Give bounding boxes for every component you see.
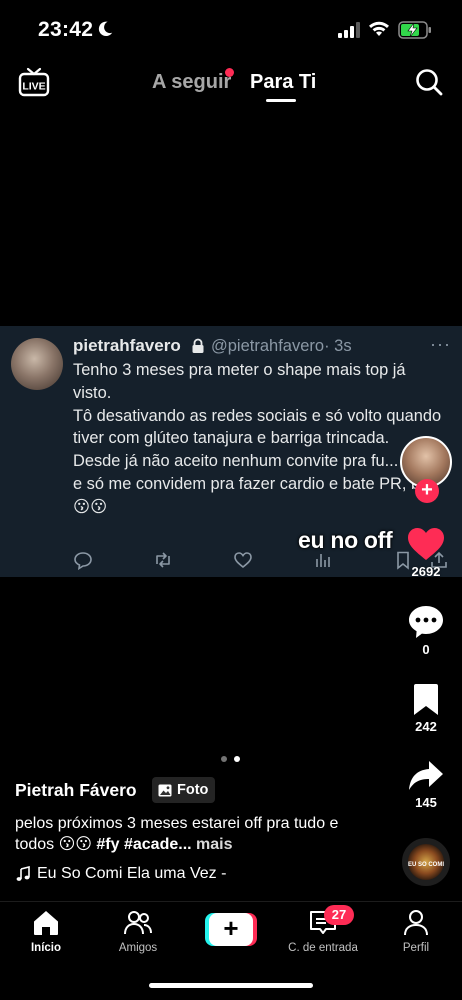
caption-text[interactable]: pelos próximos 3 meses estarei off pra t…: [15, 813, 360, 855]
image-icon: [158, 784, 172, 796]
bookmark-icon: [414, 684, 438, 715]
moon-icon: [98, 21, 113, 37]
photo-badge: Foto: [152, 777, 216, 803]
home-indicator[interactable]: [149, 983, 313, 988]
cellular-signal-icon: [338, 22, 360, 38]
reply-icon: [73, 550, 93, 571]
new-content-dot: [225, 68, 234, 77]
tweet-screenshot: pietrahfavero @pietrahfavero· 3s ··· Ten…: [0, 326, 462, 577]
nav-home-label: Início: [30, 942, 62, 954]
like-count: 2692: [411, 564, 441, 579]
tweet-action-bar: [73, 550, 453, 572]
sound-link[interactable]: Eu So Comi Ela uma Vez -: [15, 865, 226, 883]
nav-home[interactable]: Início: [11, 908, 81, 954]
sound-title: Eu So Comi Ela uma Vez -: [37, 865, 227, 882]
profile-icon: [404, 910, 428, 936]
caption-hashtags[interactable]: #fy #acade...: [96, 836, 191, 853]
comment-count: 0: [422, 642, 430, 657]
home-icon: [34, 911, 58, 935]
like-button[interactable]: 2692: [400, 526, 452, 579]
tweet-line: Desde já não aceito nenhum convite pra f…: [73, 452, 439, 516]
photo-pager: [221, 756, 245, 764]
tweet-time: · 3s: [324, 337, 352, 355]
status-bar: 23:42: [0, 0, 462, 60]
share-count: 145: [415, 795, 437, 810]
comment-button[interactable]: 0: [400, 604, 452, 657]
like-heart-icon: [233, 550, 253, 570]
active-tab-indicator: [266, 99, 296, 102]
tweet-line: Tenho 3 meses pra meter o shape mais top…: [73, 361, 406, 402]
nav-profile-label: Perfil: [402, 942, 430, 954]
tweet-handle: @pietrahfavero: [211, 337, 325, 355]
feed-tabs: A seguir Para Ti: [0, 68, 462, 108]
tweet-more-icon: ···: [430, 334, 451, 354]
tweet-author-avatar: [11, 338, 63, 390]
save-button[interactable]: 242: [400, 683, 452, 734]
share-arrow-icon: [409, 761, 443, 790]
author-name[interactable]: Pietrah Fávero: [15, 780, 137, 801]
follow-button[interactable]: +: [415, 479, 439, 503]
heart-icon: [408, 528, 444, 560]
share-button[interactable]: 145: [400, 759, 452, 810]
friends-icon: [124, 911, 152, 935]
nav-inbox-label: C. de entrada: [288, 942, 358, 954]
caption-more-link[interactable]: mais: [196, 836, 232, 853]
tweet-line: Tô desativando as redes sociais e só vol…: [73, 406, 442, 448]
music-disc-label: EU SO COMI: [407, 862, 444, 868]
tab-following[interactable]: A seguir: [152, 71, 231, 94]
create-button[interactable]: +: [205, 913, 257, 946]
tweet-display-name: pietrahfavero: [73, 336, 181, 355]
tweet-text: Tenho 3 meses pra meter o shape mais top…: [73, 359, 445, 519]
retweet-icon: [153, 550, 173, 570]
search-icon[interactable]: [414, 67, 444, 97]
photo-badge-label: Foto: [177, 782, 209, 798]
tab-for-you[interactable]: Para Ti: [250, 71, 316, 94]
nav-friends-label: Amigos: [118, 942, 158, 954]
status-time: 23:42: [38, 18, 94, 41]
inbox-badge: 27: [324, 905, 354, 925]
music-note-icon: [16, 866, 30, 881]
photo-overlay-text: eu no off: [298, 527, 393, 553]
wifi-icon: [369, 21, 389, 36]
plus-icon: +: [209, 913, 253, 946]
tweet-handle-time: @pietrahfavero· 3s: [211, 337, 352, 356]
comment-icon: [409, 606, 443, 638]
lock-icon: [192, 338, 204, 353]
pager-dot-active: [234, 756, 240, 762]
nav-profile[interactable]: Perfil: [381, 908, 451, 954]
battery-charging-icon: [398, 21, 431, 39]
pager-dot: [221, 756, 227, 762]
save-count: 242: [415, 719, 437, 734]
nav-friends[interactable]: Amigos: [103, 908, 173, 954]
